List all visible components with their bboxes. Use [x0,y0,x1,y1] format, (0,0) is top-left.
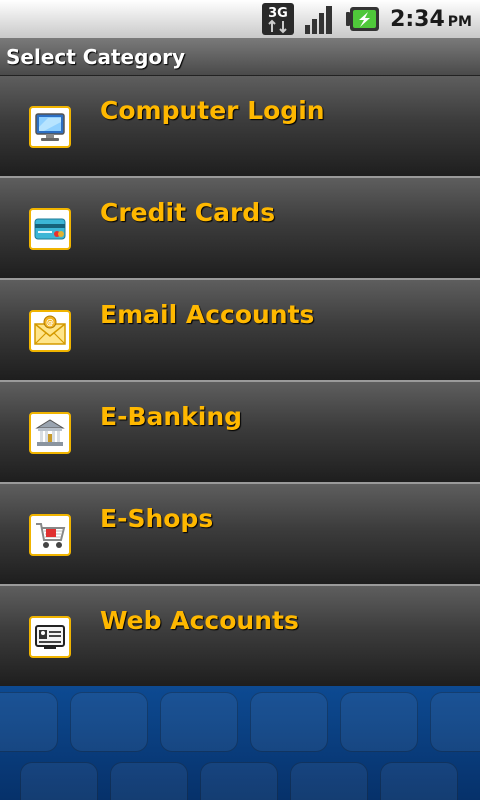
3g-data-icon: 3G [262,3,295,35]
category-item-e-banking[interactable]: E-Banking [0,382,480,484]
signal-strength-icon [304,3,336,35]
battery-charging-icon [346,6,380,32]
bank-building-icon [29,412,71,454]
category-label: Web Accounts [100,606,299,635]
clock-time: 2:34 [390,6,445,32]
web-id-card-icon [29,616,71,658]
category-label: E-Shops [100,504,214,533]
page-title: Select Category [6,44,186,69]
shopping-cart-icon [29,514,71,556]
category-label: E-Banking [100,402,243,431]
status-clock: 2:34 PM [390,7,472,32]
clock-ampm: PM [447,13,472,30]
category-item-computer-login[interactable]: Computer Login [0,76,480,178]
computer-monitor-icon [29,106,71,148]
category-item-email-accounts[interactable]: @ Email Accounts [0,280,480,382]
svg-text:@: @ [46,318,54,327]
category-item-web-accounts[interactable]: Web Accounts [0,586,480,688]
status-bar: 3G 2:34 PM [0,0,480,38]
keyboard-background-image [0,686,480,800]
category-item-e-shops[interactable]: E-Shops [0,484,480,586]
email-envelope-icon: @ [29,310,71,352]
title-bar: Select Category [0,38,480,76]
category-list: Computer Login Credit Cards @ Email Acco… [0,76,480,688]
category-item-credit-cards[interactable]: Credit Cards [0,178,480,280]
category-label: Email Accounts [100,300,315,329]
category-label: Credit Cards [100,198,276,227]
svg-text:3G: 3G [268,6,288,21]
credit-card-icon [29,208,71,250]
category-label: Computer Login [100,96,325,125]
